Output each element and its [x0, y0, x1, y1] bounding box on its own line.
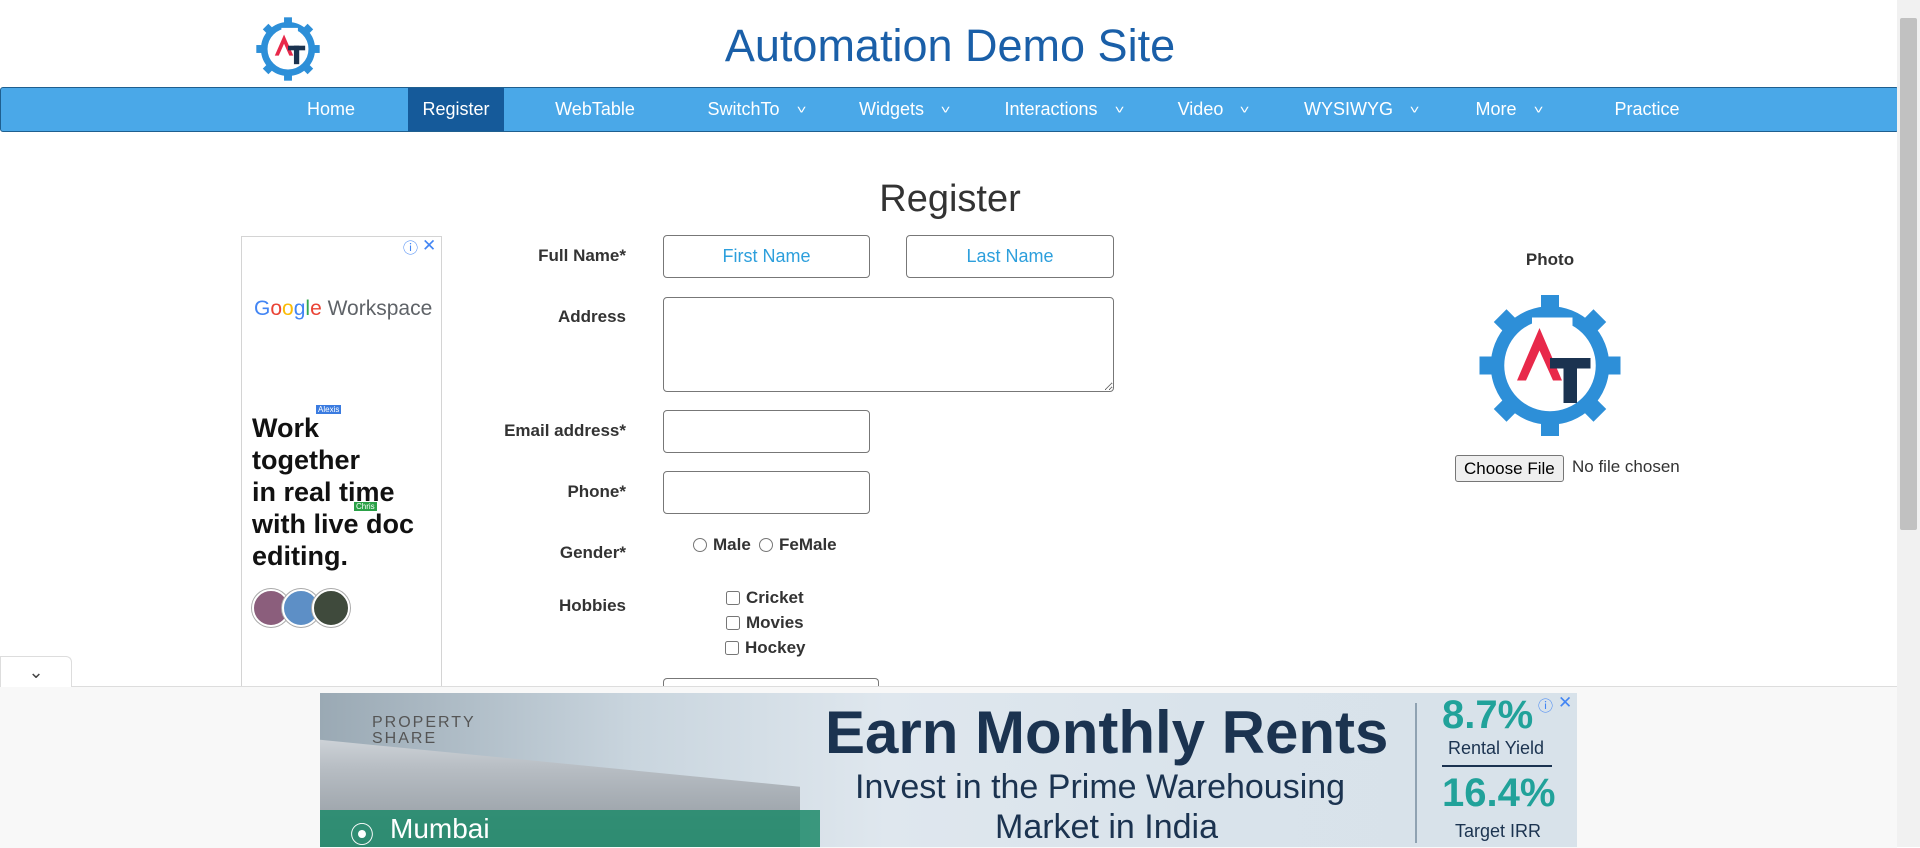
hobby-cricket-option[interactable]: Cricket [726, 588, 804, 608]
photo-preview-image [1479, 295, 1621, 436]
chevron-down-icon: ˅ [796, 102, 806, 117]
chevron-down-icon: ˅ [940, 102, 951, 117]
nav-label: Widgets [858, 99, 924, 119]
ad-stat-divider [1442, 765, 1552, 767]
ad-divider [1415, 703, 1417, 843]
chevron-down-icon: ˅ [1114, 102, 1124, 117]
main-nav: Home Register WebTable SwitchTo ˅ Widgets… [0, 87, 1899, 162]
page-title: Register [879, 178, 1021, 220]
nav-label: WYSIWYG [1303, 99, 1393, 119]
hobby-cricket-checkbox[interactable] [726, 591, 740, 605]
site-title: Automation Demo Site [724, 20, 1176, 71]
ad-headline-line: together [252, 445, 360, 475]
email-input[interactable] [663, 410, 870, 453]
ad-stat-value: 8.7% [1442, 693, 1534, 737]
gender-male-label: Male [713, 535, 751, 554]
ad-close-icon[interactable]: ✕ [1558, 693, 1572, 713]
phone-label: Phone* [567, 482, 626, 501]
last-name-input[interactable] [906, 235, 1114, 278]
nav-practice-site[interactable]: Practice Site [1586, 88, 1708, 162]
ad-city: Mumbai [390, 813, 490, 844]
hobbies-label: Hobbies [558, 596, 626, 615]
ad-subtitle: Market in India [995, 808, 1218, 846]
phone-input[interactable] [663, 471, 870, 514]
nav-switchto[interactable]: SwitchTo ˅ [691, 88, 821, 131]
nav-label: Home [306, 99, 355, 119]
chevron-down-icon: ˅ [1533, 102, 1543, 117]
nav-register[interactable]: Register [408, 88, 504, 131]
scrollbar-thumb[interactable] [1900, 18, 1917, 530]
ad-info-icon[interactable]: ⓘ [1538, 695, 1553, 716]
choose-file-button[interactable]: Choose File [1455, 455, 1564, 482]
gender-male-radio[interactable] [693, 538, 707, 552]
address-label: Address [557, 307, 626, 326]
chevron-down-icon: ˅ [1239, 102, 1250, 117]
avatar [312, 589, 350, 627]
full-name-label: Full Name* [538, 246, 626, 265]
ad-brand-line: PROPERTY [372, 714, 476, 731]
ad-headline-line: with live doc [252, 509, 415, 539]
hobby-hockey-checkbox[interactable] [725, 641, 739, 655]
nav-label: Video [1177, 99, 1224, 119]
ad-subtitle: Invest in the Prime Warehousing [855, 768, 1346, 806]
property-share-ad[interactable]: PROPERTY SHARE ⦿ Mumbai Earn Monthly Ren… [320, 693, 1577, 847]
nav-more[interactable]: More ˅ [1461, 88, 1556, 131]
email-label: Email address* [504, 421, 626, 440]
nav-label: Register [422, 99, 490, 119]
gender-female-radio[interactable] [759, 538, 773, 552]
nav-interactions[interactable]: Interactions ˅ [991, 88, 1136, 131]
nav-home[interactable]: Home [291, 88, 371, 131]
hobby-hockey-label: Hockey [745, 638, 806, 657]
ad-stat-value: 16.4% [1442, 771, 1556, 815]
ad-brand-logo: PROPERTY SHARE [372, 715, 476, 747]
gender-male-option[interactable]: Male [693, 535, 751, 555]
hobby-cricket-label: Cricket [746, 588, 804, 607]
photo-label: Photo [1525, 250, 1575, 269]
nav-label: Practice Site [1614, 99, 1680, 162]
chevron-down-icon: ⌄ [28, 662, 44, 682]
ad-title: Earn Monthly Rents [825, 699, 1389, 766]
hobby-movies-option[interactable]: Movies [726, 613, 804, 633]
chevron-down-icon: ˅ [1409, 102, 1420, 117]
nav-label: WebTable [555, 99, 635, 119]
gender-label: Gender* [559, 543, 626, 562]
ad-stat-label: Rental Yield [1448, 738, 1545, 758]
nav-label: Interactions [1004, 99, 1098, 119]
ad-brand-line: SHARE [372, 730, 438, 747]
ad-stat-label: Target IRR [1455, 821, 1542, 841]
gender-female-option[interactable]: FeMale [759, 535, 837, 555]
google-workspace-ad[interactable]: ⓘ ✕ Google Workspace Alexis Chris Work t… [241, 236, 442, 698]
hobby-movies-checkbox[interactable] [726, 616, 740, 630]
nav-webtable[interactable]: WebTable [541, 88, 649, 131]
address-textarea[interactable] [663, 297, 1114, 392]
nav-label: SwitchTo [707, 99, 780, 119]
site-logo[interactable] [255, 16, 321, 82]
location-pin-icon: ⦿ [350, 822, 374, 847]
hobby-hockey-option[interactable]: Hockey [725, 638, 805, 658]
file-status-text: No file chosen [1572, 457, 1680, 476]
nav-widgets[interactable]: Widgets ˅ [844, 88, 964, 131]
first-name-input[interactable] [663, 235, 870, 278]
nav-video[interactable]: Video ˅ [1163, 88, 1263, 131]
nav-wysiwyg[interactable]: WYSIWYG ˅ [1291, 88, 1431, 131]
hobby-movies-label: Movies [746, 613, 804, 632]
gender-female-label: FeMale [779, 535, 837, 554]
collapse-ad-button[interactable]: ⌄ [0, 656, 72, 687]
nav-label: More [1475, 99, 1517, 119]
